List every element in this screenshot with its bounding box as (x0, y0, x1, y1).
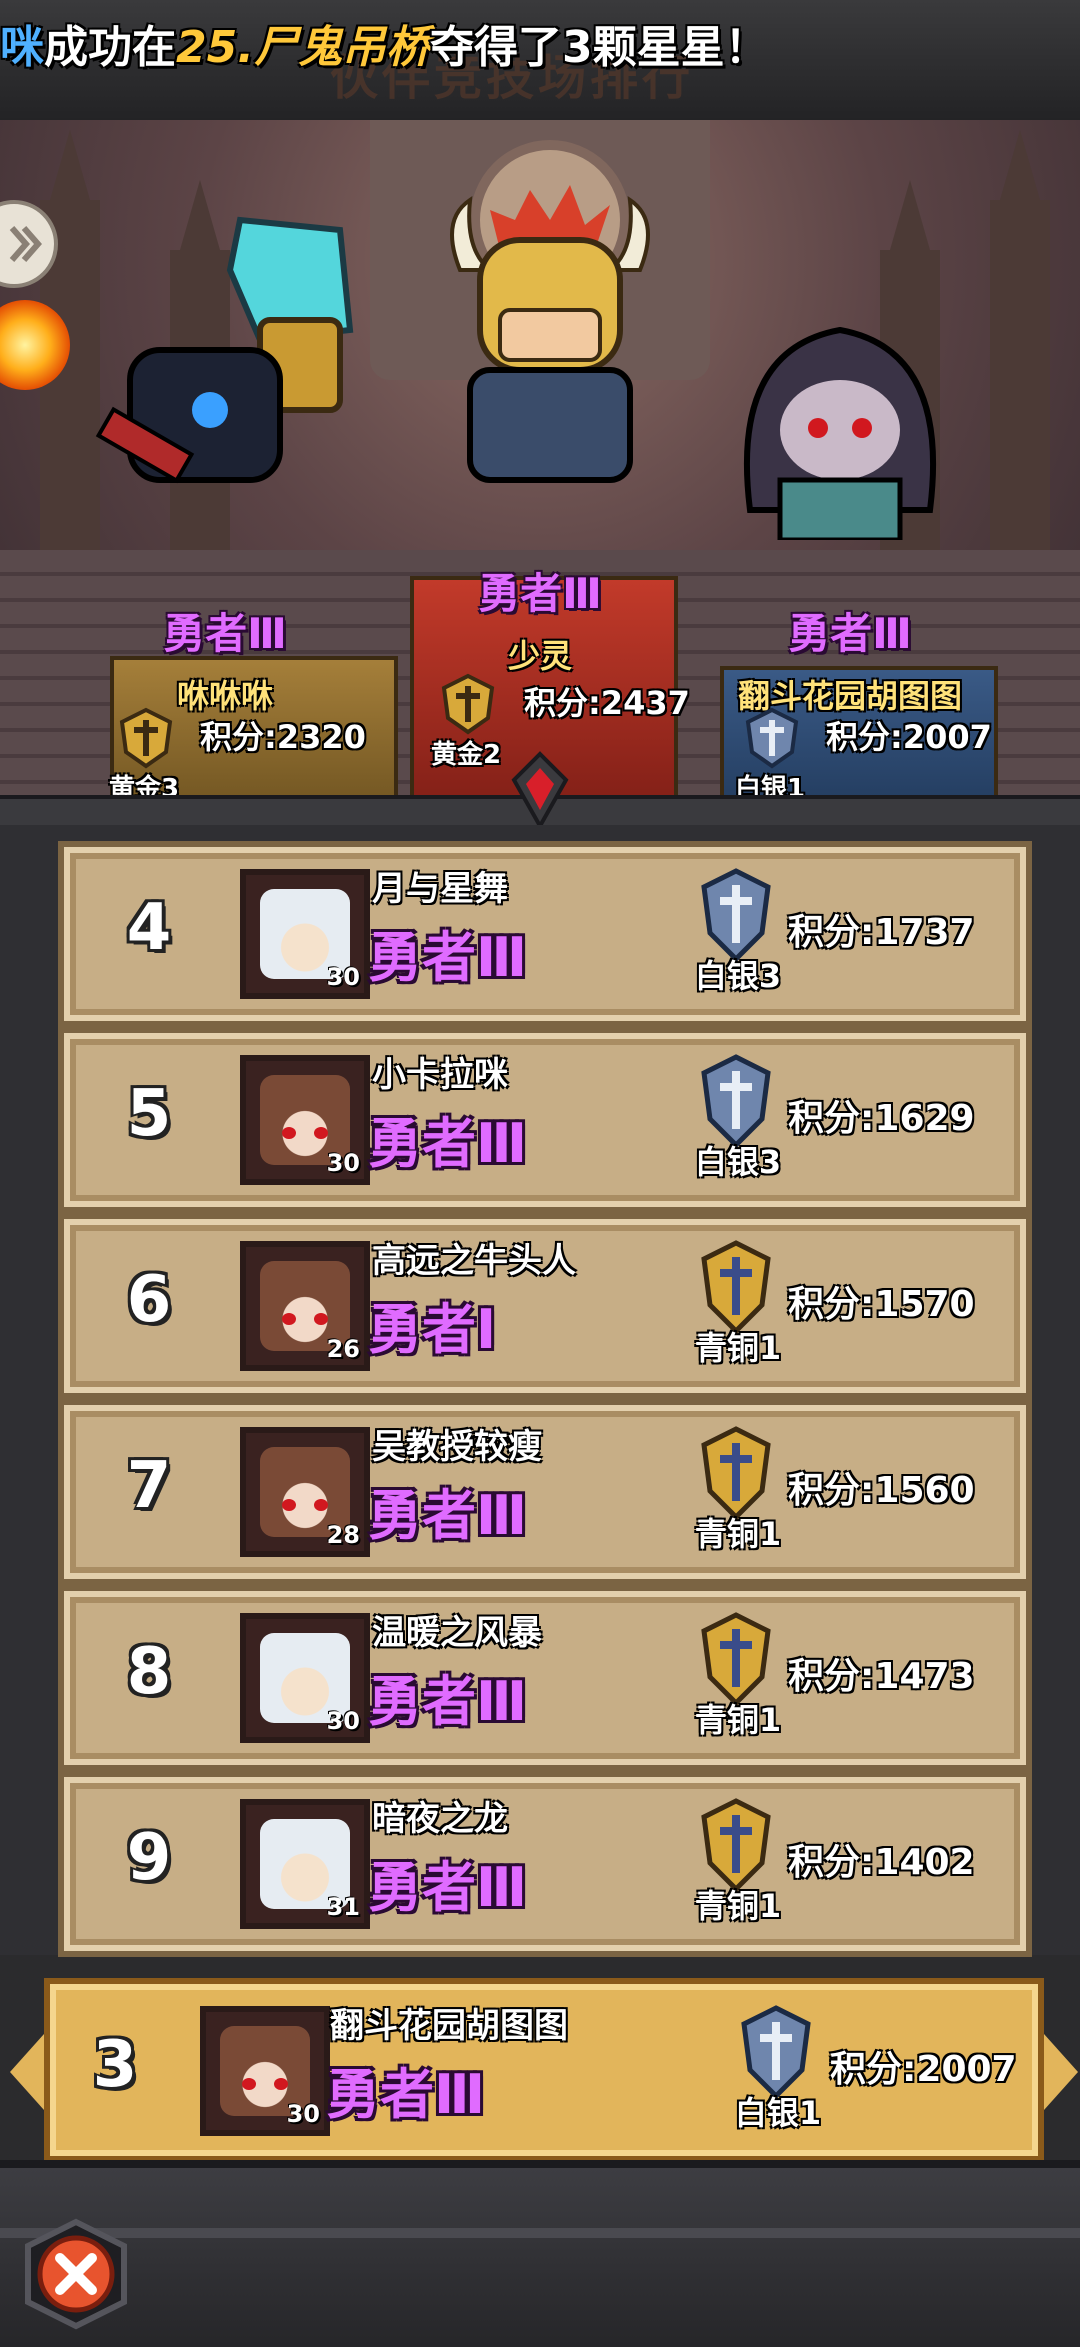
avatar[interactable]: 30 (240, 869, 370, 999)
player-score: 积分:1629 (788, 1098, 975, 1139)
broadcast-message: 咪成功在25.尸鬼吊桥夺得了3颗星星！ (0, 18, 769, 78)
player-score: 积分:1402 (788, 1842, 975, 1883)
bronze-crest-icon (701, 1798, 771, 1893)
podium-scene: 勇者Ⅲ 咻咻咻 积分:2320 黄金3 勇者Ⅲ 少灵 积分:2437 黄金2 勇… (0, 120, 1080, 820)
rank-row[interactable]: 4 30 月与星舞 勇者Ⅲ 白银3 积分:1737 (58, 841, 1032, 1027)
top-banner: 伙伴竞技场排行 咪成功在25.尸鬼吊桥夺得了3颗星星！ (0, 0, 1080, 126)
avatar-eyes (282, 1127, 328, 1139)
red-gem-icon (511, 751, 569, 830)
podium-first-tier: 黄金2 (430, 740, 502, 770)
player-tier: 白银1 (734, 2094, 822, 2132)
player-tier: 白银3 (694, 1143, 782, 1181)
podium-first-score: 积分:2437 (524, 684, 690, 722)
avatar[interactable]: 28 (240, 1427, 370, 1557)
avatar-eyes (282, 1499, 328, 1511)
rank-row[interactable]: 6 26 高远之牛头人 勇者Ⅰ 青铜1 积分:1570 (58, 1213, 1032, 1399)
rank-row[interactable]: 5 30 小卡拉咪 勇者Ⅲ 白银3 积分:1629 (58, 1027, 1032, 1213)
player-name: 温暖之风暴 (372, 1613, 542, 1653)
avatar[interactable]: 31 (240, 1799, 370, 1929)
avatar[interactable]: 30 (240, 1613, 370, 1743)
bronze-crest-icon (701, 1426, 771, 1521)
player-score: 积分:2007 (830, 2049, 1017, 2090)
rank-number: 4 (126, 891, 172, 965)
player-title: 勇者Ⅲ (326, 2063, 486, 2126)
rank-row[interactable]: 8 30 温暖之风暴 勇者Ⅲ 青铜1 积分:1473 (58, 1585, 1032, 1771)
rank-number: 8 (126, 1635, 172, 1709)
scene-spire (990, 130, 1050, 560)
player-name: 暗夜之龙 (372, 1799, 508, 1839)
broadcast-text-2: 夺得了3颗星星！ (429, 22, 769, 73)
player-level: 31 (326, 1893, 360, 1921)
podium-third-title: 勇者Ⅲ (788, 609, 912, 658)
player-title: 勇者Ⅲ (368, 1484, 528, 1547)
silver-crest-icon (701, 1054, 771, 1149)
gold-crest-icon (114, 706, 178, 774)
double-chevron-icon (9, 226, 42, 262)
player-tier: 青铜1 (694, 1329, 782, 1367)
player-tier: 青铜1 (694, 1887, 782, 1925)
player-tier: 青铜1 (694, 1701, 782, 1739)
rank-number: 3 (92, 2028, 138, 2102)
broadcast-prefix: 咪 (0, 22, 44, 73)
rank-number: 9 (126, 1821, 172, 1895)
player-tier: 白银3 (694, 957, 782, 995)
player-name: 高远之牛头人 (372, 1241, 576, 1281)
podium-second-info: 勇者Ⅲ 咻咻咻 (140, 600, 310, 717)
podium-second-title: 勇者Ⅲ (163, 609, 287, 658)
podium-first-name: 少灵 (507, 637, 572, 675)
silver-crest-icon (741, 2005, 811, 2100)
hero-hooded-character[interactable] (710, 310, 970, 540)
bottom-bar (0, 2160, 1080, 2347)
avatar[interactable]: 30 (240, 1055, 370, 1185)
avatar[interactable]: 30 (200, 2006, 330, 2136)
podium-first-info: 勇者Ⅲ 少灵 (440, 560, 640, 677)
avatar-eyes (242, 2078, 288, 2090)
player-name: 翻斗花园胡图图 (330, 2006, 568, 2046)
rank-row[interactable]: 9 31 暗夜之龙 勇者Ⅲ 青铜1 积分:1402 (58, 1771, 1032, 1957)
podium-second-score: 积分:2320 (200, 718, 366, 756)
bottom-stripe (0, 2228, 1080, 2238)
hero-viking-character[interactable] (420, 180, 680, 510)
player-name: 吴教授较瘦 (372, 1427, 542, 1467)
player-level: 28 (326, 1521, 360, 1549)
player-level: 30 (326, 1707, 360, 1735)
close-button[interactable] (20, 2218, 132, 2330)
bronze-crest-icon (701, 1612, 771, 1707)
hero-hammer-character[interactable] (90, 210, 410, 510)
player-title: 勇者Ⅲ (368, 1856, 528, 1919)
player-score: 积分:1737 (788, 912, 975, 953)
player-level: 30 (326, 1149, 360, 1177)
side-expand-button[interactable] (0, 200, 58, 288)
player-level: 26 (326, 1335, 360, 1363)
player-title: 勇者Ⅰ (368, 1298, 497, 1361)
my-rank-row[interactable]: 3 30 翻斗花园胡图图 勇者Ⅲ 白银1 积分:2007 (10, 1978, 1078, 2162)
player-level: 30 (286, 2100, 320, 2128)
silver-crest-icon (701, 868, 771, 963)
ranking-list[interactable]: 4 30 月与星舞 勇者Ⅲ 白银3 积分:1737 5 30 小卡拉咪 勇者Ⅲ … (0, 825, 1080, 1957)
player-name: 小卡拉咪 (372, 1055, 508, 1095)
player-title: 勇者Ⅲ (368, 1670, 528, 1733)
avatar[interactable]: 26 (240, 1241, 370, 1371)
player-name: 月与星舞 (372, 869, 508, 909)
rank-number: 5 (126, 1077, 172, 1151)
broadcast-text-1: 成功在 (44, 22, 176, 73)
player-tier: 青铜1 (694, 1515, 782, 1553)
player-score: 积分:1473 (788, 1656, 975, 1697)
silver-crest-icon (740, 706, 804, 774)
rank-row[interactable]: 7 28 吴教授较瘦 勇者Ⅲ 青铜1 积分:1560 (58, 1399, 1032, 1585)
player-level: 30 (326, 963, 360, 991)
podium-third-score: 积分:2007 (826, 718, 992, 756)
player-score: 积分:1570 (788, 1284, 975, 1325)
rank-number: 6 (126, 1263, 172, 1337)
broadcast-highlight: 25.尸鬼吊桥 (176, 22, 430, 73)
podium-third-info: 勇者Ⅲ 翻斗花园胡图图 (720, 600, 980, 717)
rank-number: 7 (126, 1449, 172, 1523)
player-score: 积分:1560 (788, 1470, 975, 1511)
podium-first-title: 勇者Ⅲ (478, 569, 602, 618)
avatar-eyes (282, 1313, 328, 1325)
bronze-crest-icon (701, 1240, 771, 1335)
gold-crest-icon (436, 672, 500, 740)
player-title: 勇者Ⅲ (368, 926, 528, 989)
player-title: 勇者Ⅲ (368, 1112, 528, 1175)
